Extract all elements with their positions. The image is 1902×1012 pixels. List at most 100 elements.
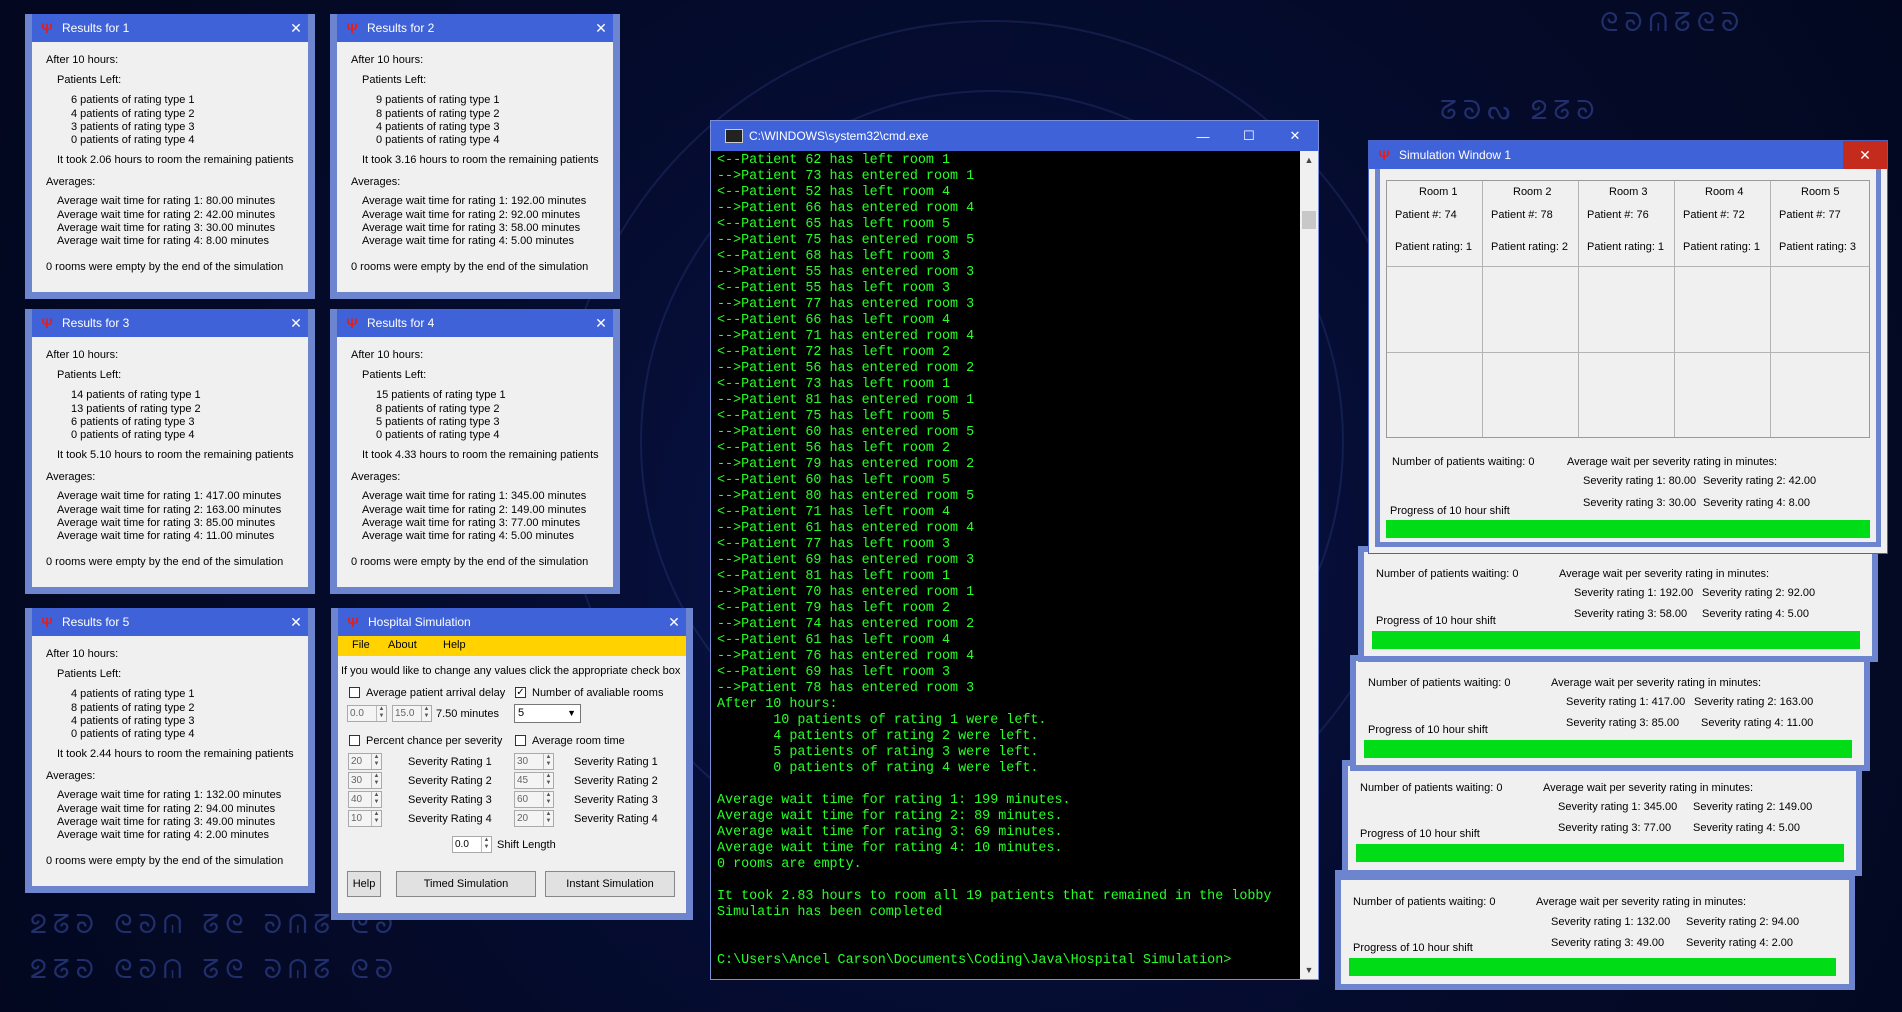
app-icon: Ψ: [41, 315, 53, 331]
maximize-icon[interactable]: ☐: [1226, 128, 1272, 144]
patients-waiting: Number of patients waiting: 0: [1353, 896, 1496, 908]
app-icon: Ψ: [41, 614, 53, 630]
arrival-max-stepper[interactable]: 15.0 ▲ ▼: [392, 705, 432, 722]
title-bar[interactable]: Ψ Results for 5 ✕: [32, 608, 308, 636]
percent-stepper-3[interactable]: 40 ▲ ▼: [348, 791, 382, 808]
title-bar[interactable]: Ψ Results for 4 ✕: [337, 309, 613, 337]
severity-label: Severity Rating 3: [574, 794, 658, 806]
room-rating: Patient rating: 3: [1779, 241, 1857, 253]
stepper-arrows-icon[interactable]: ▲ ▼: [371, 792, 381, 807]
arrival-delay-checkbox[interactable]: [349, 687, 360, 698]
percent-stepper-2[interactable]: 30 ▲ ▼: [348, 772, 382, 789]
close-icon[interactable]: ✕: [284, 315, 308, 332]
stepper-arrows-icon[interactable]: ▲ ▼: [543, 792, 553, 807]
results-window-1: Ψ Results for 1 ✕ After 10 hours: Patien…: [25, 14, 315, 299]
patients-left-item: 14 patients of rating type 1: [71, 389, 201, 401]
close-icon[interactable]: ✕: [1272, 128, 1318, 144]
scroll-down-icon[interactable]: ▼: [1300, 965, 1318, 975]
severity-value: Severity rating 1: 132.00: [1551, 916, 1671, 928]
window-title: Results for 3: [62, 316, 130, 330]
room-time-stepper-4[interactable]: 20 ▲ ▼: [514, 810, 554, 827]
cmd-window: C:\WINDOWS\system32\cmd.exe — ☐ ✕ <--Pat…: [710, 120, 1319, 980]
help-button[interactable]: Help: [347, 871, 381, 897]
stepper-arrows-icon[interactable]: ▲ ▼: [543, 773, 553, 788]
close-icon[interactable]: ✕: [1843, 141, 1887, 169]
menu-file[interactable]: File: [352, 639, 370, 651]
instant-simulation-button[interactable]: Instant Simulation: [545, 871, 675, 897]
scrollbar-thumb[interactable]: [1302, 211, 1316, 229]
room-queue-cell: [1675, 267, 1771, 353]
terminal-output[interactable]: <--Patient 62 has left room 1 -->Patient…: [717, 153, 1271, 969]
stepper-arrows-icon[interactable]: ▲ ▼: [371, 773, 381, 788]
severity-value: Severity rating 4: 8.00: [1703, 497, 1811, 509]
minimize-icon[interactable]: —: [1180, 129, 1226, 144]
stepper-arrows-icon[interactable]: ▲ ▼: [543, 754, 553, 769]
close-icon[interactable]: ✕: [284, 20, 308, 37]
results-window-4: Ψ Results for 4 ✕ After 10 hours: Patien…: [330, 309, 620, 594]
average-item: Average wait time for rating 1: 80.00 mi…: [57, 195, 276, 207]
avg-wait-label: Average wait per severity rating in minu…: [1567, 456, 1778, 468]
room-time-stepper-1[interactable]: 30 ▲ ▼: [514, 753, 554, 770]
stepper-arrows-icon[interactable]: ▲ ▼: [371, 811, 381, 826]
room-rating: Patient rating: 1: [1395, 241, 1473, 253]
room-name: Room 1: [1419, 186, 1458, 198]
room-time-checkbox[interactable]: [515, 735, 526, 746]
room-queue-cell: [1675, 353, 1771, 437]
average-item: Average wait time for rating 1: 132.00 m…: [57, 789, 282, 801]
title-bar[interactable]: Ψ Results for 1 ✕: [32, 14, 308, 42]
room-patient: Patient #: 76: [1587, 209, 1649, 221]
title-bar[interactable]: Ψ Results for 3 ✕: [32, 309, 308, 337]
patients-left-label: Patients Left:: [57, 74, 122, 86]
percent-stepper-1[interactable]: 20 ▲ ▼: [348, 753, 382, 770]
shift-length-stepper[interactable]: 0.0 ▲ ▼: [452, 836, 492, 853]
room-time-stepper-2[interactable]: 45 ▲ ▼: [514, 772, 554, 789]
room-time-value: 30: [517, 756, 529, 767]
percent-stepper-4[interactable]: 10 ▲ ▼: [348, 810, 382, 827]
stepper-arrows-icon[interactable]: ▲ ▼: [376, 706, 386, 721]
average-item: Average wait time for rating 1: 192.00 m…: [362, 195, 587, 207]
patients-left-item: 15 patients of rating type 1: [376, 389, 506, 401]
stepper-arrows-icon[interactable]: ▲ ▼: [481, 837, 491, 852]
arrival-min-stepper[interactable]: 0.0 ▲ ▼: [347, 705, 387, 722]
room-time-value: 45: [517, 775, 529, 786]
close-icon[interactable]: ✕: [589, 20, 613, 37]
progress-bar: [1356, 844, 1844, 862]
title-bar[interactable]: C:\WINDOWS\system32\cmd.exe — ☐ ✕: [711, 121, 1318, 151]
menu-help[interactable]: Help: [443, 639, 466, 651]
menu-about[interactable]: About: [388, 639, 417, 651]
title-bar[interactable]: Ψ Results for 2 ✕: [337, 14, 613, 42]
close-icon[interactable]: ✕: [589, 315, 613, 332]
rooms-checkbox[interactable]: ✓: [515, 687, 526, 698]
timed-simulation-button[interactable]: Timed Simulation: [396, 871, 536, 897]
average-item: Average wait time for rating 4: 8.00 min…: [57, 235, 269, 247]
stepper-arrows-icon[interactable]: ▲ ▼: [543, 811, 553, 826]
percent-value: 40: [351, 794, 363, 805]
percent-chance-checkbox[interactable]: [349, 735, 360, 746]
time-to-room: It took 4.33 hours to room the remaining…: [362, 449, 599, 461]
room-patient: Patient #: 74: [1395, 209, 1457, 221]
severity-label: Severity Rating 3: [408, 794, 492, 806]
rooms-select[interactable]: 5 ▼: [514, 704, 581, 723]
severity-value: Severity rating 3: 58.00: [1574, 608, 1688, 620]
averages-label: Averages:: [351, 176, 401, 188]
progress-label: Progress of 10 hour shift: [1368, 724, 1488, 736]
menu-bar: File About Help: [338, 636, 686, 656]
patients-left-item: 4 patients of rating type 2: [71, 108, 195, 120]
patients-left-label: Patients Left:: [362, 74, 427, 86]
severity-value: Severity rating 2: 149.00: [1693, 801, 1813, 813]
severity-label: Severity Rating 2: [574, 775, 658, 787]
title-bar[interactable]: Ψ Simulation Window 1 ✕: [1369, 141, 1887, 169]
room-cell-2: Room 2 Patient #: 78 Patient rating: 2: [1483, 181, 1579, 267]
stepper-arrows-icon[interactable]: ▲ ▼: [371, 754, 381, 769]
severity-label: Severity Rating 1: [408, 756, 492, 768]
close-icon[interactable]: ✕: [284, 614, 308, 631]
room-time-stepper-3[interactable]: 60 ▲ ▼: [514, 791, 554, 808]
severity-value: Severity rating 4: 11.00: [1701, 717, 1814, 729]
empty-rooms: 0 rooms were empty by the end of the sim…: [46, 261, 284, 273]
title-bar[interactable]: Ψ Hospital Simulation ✕: [338, 608, 686, 636]
close-icon[interactable]: ✕: [662, 614, 686, 631]
scrollbar[interactable]: ▲ ▼: [1300, 151, 1318, 979]
scroll-up-icon[interactable]: ▲: [1300, 155, 1318, 165]
stepper-arrows-icon[interactable]: ▲ ▼: [421, 706, 431, 721]
averages-label: Averages:: [46, 176, 96, 188]
